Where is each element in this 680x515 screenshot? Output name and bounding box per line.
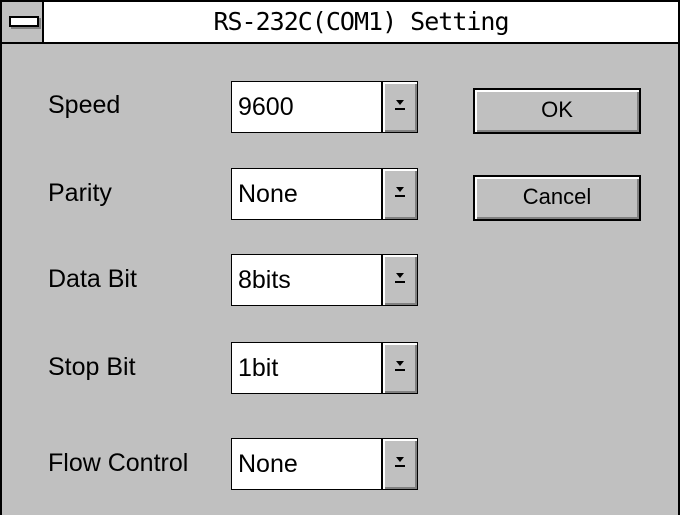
rs232c-setting-dialog: RS-232C(COM1) Setting Speed 9600 Parity …	[0, 0, 680, 515]
flow-control-dropdown[interactable]: None	[231, 438, 418, 490]
flow-control-value: None	[238, 450, 298, 478]
parity-value: None	[238, 180, 298, 208]
cancel-button[interactable]: Cancel	[473, 175, 641, 221]
stop-bit-dropdown[interactable]: 1bit	[231, 342, 418, 394]
ok-button[interactable]: OK	[473, 88, 641, 134]
parity-dropdown[interactable]: None	[231, 168, 418, 220]
dropdown-arrow-icon	[395, 273, 405, 283]
speed-dropdown-button[interactable]	[381, 82, 417, 132]
dropdown-arrow-icon	[395, 187, 405, 197]
speed-dropdown[interactable]: 9600	[231, 81, 418, 133]
flow-control-label: Flow Control	[48, 449, 189, 477]
stop-bit-value: 1bit	[238, 354, 279, 382]
speed-value: 9600	[238, 93, 294, 121]
stop-bit-dropdown-button[interactable]	[381, 343, 417, 393]
dropdown-arrow-icon	[395, 100, 405, 110]
stop-bit-label: Stop Bit	[48, 353, 136, 381]
dropdown-arrow-icon	[395, 361, 405, 371]
system-menu-bar-icon	[9, 16, 39, 27]
dropdown-arrow-icon	[395, 457, 405, 467]
parity-dropdown-button[interactable]	[381, 169, 417, 219]
data-bit-dropdown-button[interactable]	[381, 255, 417, 305]
data-bit-label: Data Bit	[48, 265, 137, 293]
data-bit-dropdown[interactable]: 8bits	[231, 254, 418, 306]
speed-label: Speed	[48, 91, 121, 119]
title-bar: RS-232C(COM1) Setting	[2, 2, 678, 44]
system-menu-icon[interactable]	[2, 2, 44, 42]
flow-control-dropdown-button[interactable]	[381, 439, 417, 489]
data-bit-value: 8bits	[238, 266, 291, 294]
parity-label: Parity	[48, 179, 112, 207]
window-title: RS-232C(COM1) Setting	[213, 7, 509, 36]
